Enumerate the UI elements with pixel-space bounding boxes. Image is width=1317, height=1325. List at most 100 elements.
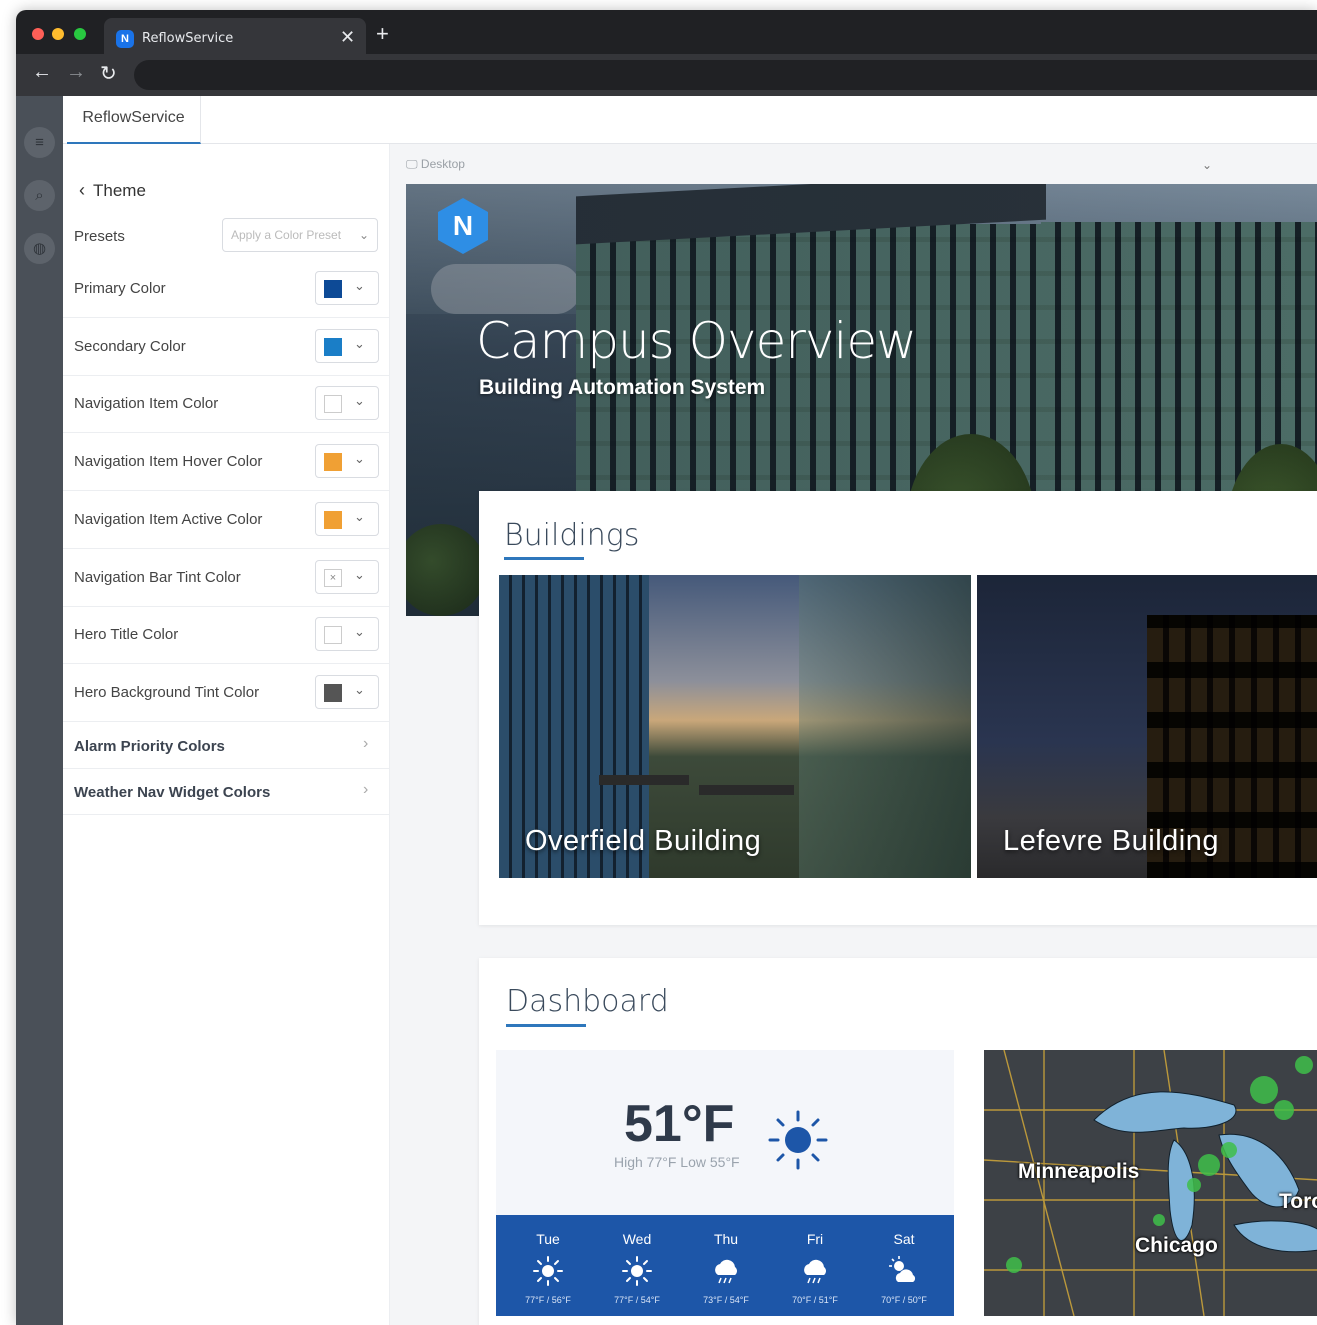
app-tab-reflowservice[interactable]: ReflowService — [67, 96, 201, 144]
building-name: Overfield Building — [525, 825, 762, 857]
hero-title: Campus Overview — [476, 312, 917, 370]
color-swatch — [324, 683, 342, 702]
color-picker-button[interactable]: ⌄ — [315, 328, 379, 363]
forecast-day: Tue 77°F / 56°F — [503, 1215, 593, 1316]
sun-icon — [533, 1256, 563, 1286]
theme-section-row[interactable]: Weather Nav Widget Colors › — [63, 769, 390, 815]
color-row-label: Navigation Bar Tint Color — [74, 568, 241, 586]
address-bar[interactable] — [134, 60, 1317, 90]
hero-subtitle: Building Automation System — [479, 376, 766, 399]
color-row-label: Navigation Item Color — [74, 395, 219, 413]
theme-color-row: Navigation Item Active Color ⌄ — [63, 491, 390, 549]
forecast-day: Fri 70°F / 51°F — [770, 1215, 860, 1316]
preview-area: 🖵 Desktop ⌄ N Campus Overview Building A… — [390, 144, 1317, 1325]
color-swatch — [324, 280, 342, 298]
forecast-day-name: Wed — [622, 1231, 652, 1247]
forecast-temps: 77°F / 56°F — [525, 1295, 571, 1305]
theme-color-row: Navigation Item Color ⌄ — [63, 375, 390, 434]
color-swatch — [324, 395, 342, 414]
color-swatch — [324, 337, 342, 356]
forecast-day: Sat 70°F / 50°F — [859, 1215, 949, 1316]
favicon-icon: N — [116, 30, 134, 48]
forecast-day-name: Thu — [713, 1231, 739, 1247]
dashboard-title: Dashboard — [506, 984, 669, 1019]
chevron-down-icon: ⌄ — [354, 393, 365, 409]
menu-icon[interactable]: ≡ — [24, 127, 55, 158]
monitor-icon: 🖵 — [406, 157, 418, 171]
color-row-label: Hero Title Color — [74, 626, 179, 644]
chevron-right-icon: › — [363, 735, 369, 752]
forecast-day-name: Sat — [893, 1231, 915, 1247]
dashboard-card: Dashboard 51°F High 77°F Low 55°F Tue 77… — [479, 958, 1317, 1325]
forward-arrow-icon[interactable]: → — [66, 61, 86, 84]
color-swatch — [324, 453, 342, 472]
color-swatch — [324, 510, 342, 529]
building-name: Lefevre Building — [1003, 825, 1219, 857]
theme-section-row[interactable]: Alarm Priority Colors › — [63, 723, 390, 769]
minimize-window-button[interactable] — [52, 28, 64, 40]
chevron-down-icon[interactable]: ⌄ — [1202, 158, 1212, 172]
sun-icon — [622, 1256, 652, 1286]
dashboard-underline — [506, 1024, 586, 1027]
tab-close-icon[interactable]: ✕ — [340, 27, 355, 48]
building-glass-wall — [799, 575, 971, 878]
device-label: Desktop — [420, 157, 465, 171]
theme-color-row: Hero Title Color ⌄ — [63, 606, 390, 665]
theme-section-label: Alarm Priority Colors — [74, 738, 225, 755]
map-label-minneapolis: Minneapolis — [1018, 1160, 1140, 1183]
chevron-down-icon: ⌄ — [354, 451, 365, 467]
map-label-toronto: Toro — [1279, 1190, 1317, 1213]
forecast-day: Thu 73°F / 54°F — [681, 1215, 771, 1316]
theme-panel: ‹ Theme Presets Apply a Color Preset ⌄ Pr… — [63, 144, 390, 1325]
color-picker-button[interactable]: ⌄ — [315, 444, 379, 479]
forecast-temps: 77°F / 54°F — [614, 1295, 660, 1305]
high-low-temperature: High 77°F Low 55°F — [614, 1154, 740, 1170]
building-card-lefevre[interactable]: Lefevre Building — [977, 575, 1317, 878]
forecast-day-name: Tue — [536, 1231, 560, 1247]
browser-toolbar: ← → ↻ — [16, 54, 1317, 96]
maximize-window-button[interactable] — [74, 28, 86, 40]
forecast-temps: 70°F / 50°F — [881, 1295, 927, 1305]
app-area: ReflowService ‹ Theme Presets Apply a Col… — [63, 96, 1317, 1325]
theme-back-label: Theme — [93, 181, 146, 200]
reload-icon[interactable]: ↻ — [100, 61, 117, 86]
map-label-chicago: Chicago — [1135, 1234, 1218, 1257]
current-temperature: 51°F — [624, 1095, 735, 1153]
buildings-underline — [504, 557, 584, 560]
forecast-day-name: Fri — [806, 1231, 824, 1247]
color-row-label: Navigation Item Hover Color — [74, 453, 263, 471]
color-picker-button[interactable]: ⌄ — [315, 617, 379, 652]
color-picker-button[interactable]: ⌄ — [315, 386, 379, 421]
theme-back-button[interactable]: ‹ Theme — [79, 180, 146, 201]
chevron-down-icon: ⌄ — [354, 566, 365, 582]
presets-label: Presets — [74, 228, 125, 245]
app-rail: ≡ ⌕ ◍ — [16, 96, 63, 1325]
color-picker-button[interactable]: ⌄ — [315, 501, 379, 536]
rain-cloud-icon — [715, 1259, 737, 1284]
search-icon[interactable]: ⌕ — [24, 180, 55, 211]
buildings-title: Buildings — [504, 518, 640, 553]
browser-window: N ReflowService ✕ + ← → ↻ ≡ ⌕ ◍ ReflowSe… — [16, 10, 1317, 1325]
theme-color-row: Secondary Color ⌄ — [63, 318, 390, 376]
color-preset-placeholder: Apply a Color Preset — [231, 228, 342, 242]
building-card-overfield[interactable]: Overfield Building — [499, 575, 971, 878]
color-preset-select[interactable]: Apply a Color Preset ⌄ — [222, 218, 378, 252]
color-picker-button[interactable]: ⌄ — [315, 674, 379, 709]
close-window-button[interactable] — [32, 28, 44, 40]
bench — [699, 785, 794, 795]
chevron-down-icon: ⌄ — [358, 228, 369, 242]
new-tab-button[interactable]: + — [376, 23, 389, 45]
color-picker-button[interactable]: ⌄ — [315, 271, 379, 305]
chevron-left-icon: ‹ — [79, 180, 85, 200]
sun-icon — [768, 1110, 828, 1170]
color-row-label: Primary Color — [74, 280, 166, 297]
chevron-down-icon: ⌄ — [354, 335, 365, 351]
back-arrow-icon[interactable]: ← — [32, 61, 52, 84]
weather-map[interactable]: Minneapolis Chicago Toro — [984, 1050, 1317, 1316]
palette-icon[interactable]: ◍ — [24, 233, 55, 264]
app-tabstrip: ReflowService — [63, 96, 1317, 144]
color-picker-button[interactable]: × ⌄ — [315, 559, 379, 594]
color-row-label: Hero Background Tint Color — [74, 683, 260, 701]
device-selector[interactable]: 🖵 Desktop — [406, 157, 465, 172]
forecast-day: Wed 77°F / 54°F — [592, 1215, 682, 1316]
